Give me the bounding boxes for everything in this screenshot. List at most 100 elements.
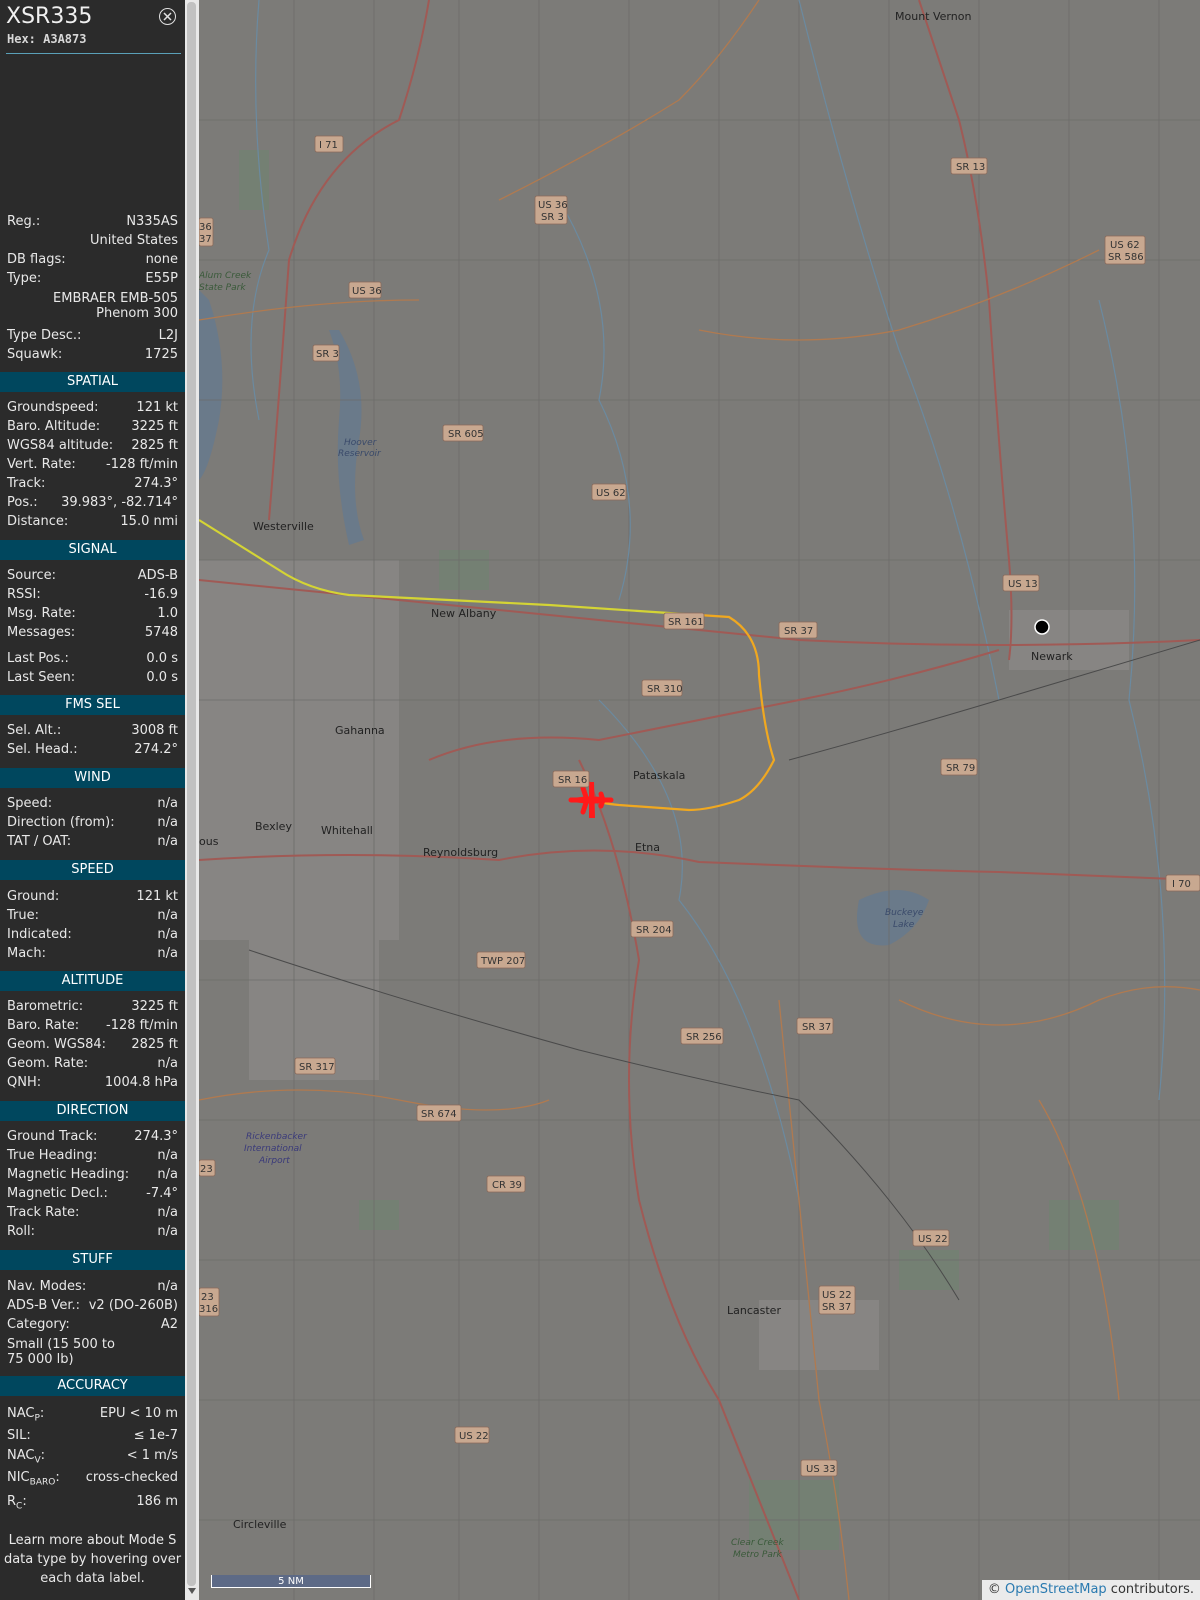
svg-text:US 22: US 22: [459, 1431, 489, 1442]
nav-modes-row: Nav. Modes: n/a: [7, 1279, 178, 1294]
sidebar-scrollbar[interactable]: [185, 0, 199, 1600]
map-canvas[interactable]: Mount Vernon Westerville New Albany Newa…: [199, 0, 1200, 1600]
type-row: Type: E55P: [7, 271, 178, 286]
park-label: State Park: [199, 283, 246, 293]
svg-text:TWP 207: TWP 207: [480, 956, 525, 967]
signal-header: SIGNAL: [0, 540, 185, 560]
svg-text:SR 317: SR 317: [299, 1062, 335, 1073]
svg-text:SR 674: SR 674: [421, 1109, 457, 1120]
aircraft-callsign: XSR335: [6, 4, 93, 29]
svg-text:US 13: US 13: [1008, 579, 1038, 590]
vert-rate-row: Vert. Rate: -128 ft/min: [7, 457, 178, 472]
dbflags-row: DB flags: none: [7, 252, 178, 267]
scrollbar-thumb[interactable]: [187, 2, 196, 1586]
learn-more-text: Learn more about Mode S data type by hov…: [3, 1533, 182, 1586]
map-attribution: © OpenStreetMap contributors.: [981, 1580, 1200, 1600]
svg-text:I 70: I 70: [1172, 879, 1191, 890]
baro-altitude-row: Baro. Altitude: 3225 ft: [7, 419, 178, 434]
groundspeed-row: Groundspeed: 121 kt: [7, 400, 178, 415]
svg-text:SR 79: SR 79: [946, 763, 975, 774]
true-speed-row: True: n/a: [7, 908, 178, 923]
park-label: Alum Creek: [199, 271, 252, 281]
park-label: Lake: [893, 920, 915, 930]
svg-text:23: 23: [201, 1292, 214, 1303]
svg-text:36: 36: [199, 222, 212, 233]
svg-text:SR 310: SR 310: [647, 684, 683, 695]
country-value: United States: [89, 233, 178, 248]
park-label: Rickenbacker: [246, 1132, 308, 1142]
svg-text:US 36: US 36: [352, 286, 382, 297]
svg-text:US 22: US 22: [822, 1290, 852, 1301]
svg-text:SR 37: SR 37: [822, 1302, 851, 1313]
last-seen-row: Last Seen: 0.0 s: [7, 670, 178, 685]
town-label: ous: [199, 835, 219, 848]
town-label: Pataskala: [633, 769, 685, 782]
svg-text:SR 16: SR 16: [558, 775, 587, 786]
wgs84-altitude-row: WGS84 altitude: 2825 ft: [7, 438, 178, 453]
source-row: Source: ADS-B: [7, 568, 178, 583]
sel-alt-row: Sel. Alt.: 3008 ft: [7, 723, 178, 738]
svg-text:SR 204: SR 204: [636, 925, 672, 936]
rc-row: RC: 186 m: [7, 1494, 178, 1512]
svg-text:US 62: US 62: [1110, 240, 1140, 251]
svg-text:US 36: US 36: [538, 200, 568, 211]
svg-text:I 71: I 71: [319, 140, 338, 151]
park-label: Buckeye: [885, 908, 924, 918]
direction-header: DIRECTION: [0, 1101, 185, 1121]
nacp-row: NACP: EPU < 10 m: [7, 1406, 178, 1424]
svg-text:23: 23: [200, 1164, 213, 1175]
squawk-row: Squawk: 1725: [7, 347, 178, 362]
openstreetmap-link[interactable]: OpenStreetMap: [1005, 1582, 1107, 1597]
svg-text:US 62: US 62: [596, 488, 626, 499]
country-row: United States: [7, 232, 178, 250]
svg-text:316: 316: [199, 1304, 218, 1315]
geom-wgs84-row: Geom. WGS84: 2825 ft: [7, 1037, 178, 1052]
last-pos-row: Last Pos.: 0.0 s: [7, 651, 178, 666]
svg-text:SR 256: SR 256: [686, 1032, 722, 1043]
park-label: Metro Park: [733, 1550, 783, 1560]
town-label: Reynoldsburg: [423, 846, 498, 859]
track-row: Track: 274.3°: [7, 476, 178, 491]
svg-text:SR 3: SR 3: [316, 349, 339, 360]
town-label: Lancaster: [727, 1304, 781, 1317]
reg-value: N335AS: [126, 214, 178, 229]
mach-row: Mach: n/a: [7, 946, 178, 961]
aircraft-photo-area: [0, 60, 185, 200]
wind-direction-row: Direction (from): n/a: [7, 815, 178, 830]
scroll-down-arrow-icon[interactable]: [188, 1588, 196, 1594]
baro-rate-row: Baro. Rate: -128 ft/min: [7, 1018, 178, 1033]
barometric-row: Barometric: 3225 ft: [7, 999, 178, 1014]
title-divider: [6, 53, 181, 54]
qnh-row: QNH: 1004.8 hPa: [7, 1075, 178, 1090]
park-label: International: [244, 1144, 302, 1154]
close-icon[interactable]: [159, 8, 176, 25]
magnetic-decl-row: Magnetic Decl.: -7.4°: [7, 1186, 178, 1201]
svg-text:37: 37: [199, 234, 212, 245]
category-row: Category: A2: [7, 1317, 178, 1332]
nicbaro-row: NICBARO: cross-checked: [7, 1470, 178, 1488]
svg-text:SR 37: SR 37: [802, 1022, 831, 1033]
park-label: Reservoir: [338, 449, 382, 459]
svg-text:SR 161: SR 161: [668, 617, 704, 628]
wind-header: WIND: [0, 768, 185, 788]
magnetic-heading-row: Magnetic Heading: n/a: [7, 1167, 178, 1182]
typedesc-row: Type Desc.: L2J: [7, 328, 178, 343]
wind-speed-row: Speed: n/a: [7, 796, 178, 811]
map-view[interactable]: Mount Vernon Westerville New Albany Newa…: [199, 0, 1200, 1600]
true-heading-row: True Heading: n/a: [7, 1148, 178, 1163]
tat-oat-row: TAT / OAT: n/a: [7, 834, 178, 849]
sel-head-row: Sel. Head.: 274.2°: [7, 742, 178, 757]
town-label: Newark: [1031, 650, 1073, 663]
stuff-header: STUFF: [0, 1250, 185, 1270]
town-label: New Albany: [431, 607, 497, 620]
aircraft-hex: Hex: A3A873: [7, 32, 87, 46]
town-label: Etna: [635, 841, 660, 854]
track-rate-row: Track Rate: n/a: [7, 1205, 178, 1220]
reg-row: Reg.: N335AS: [7, 214, 178, 229]
ground-speed-row: Ground: 121 kt: [7, 889, 178, 904]
park-label: Hoover: [344, 438, 378, 448]
svg-text:SR 586: SR 586: [1108, 252, 1144, 263]
svg-text:SR 37: SR 37: [784, 626, 813, 637]
msg-rate-row: Msg. Rate: 1.0: [7, 606, 178, 621]
svg-text:US 33: US 33: [806, 1464, 836, 1475]
